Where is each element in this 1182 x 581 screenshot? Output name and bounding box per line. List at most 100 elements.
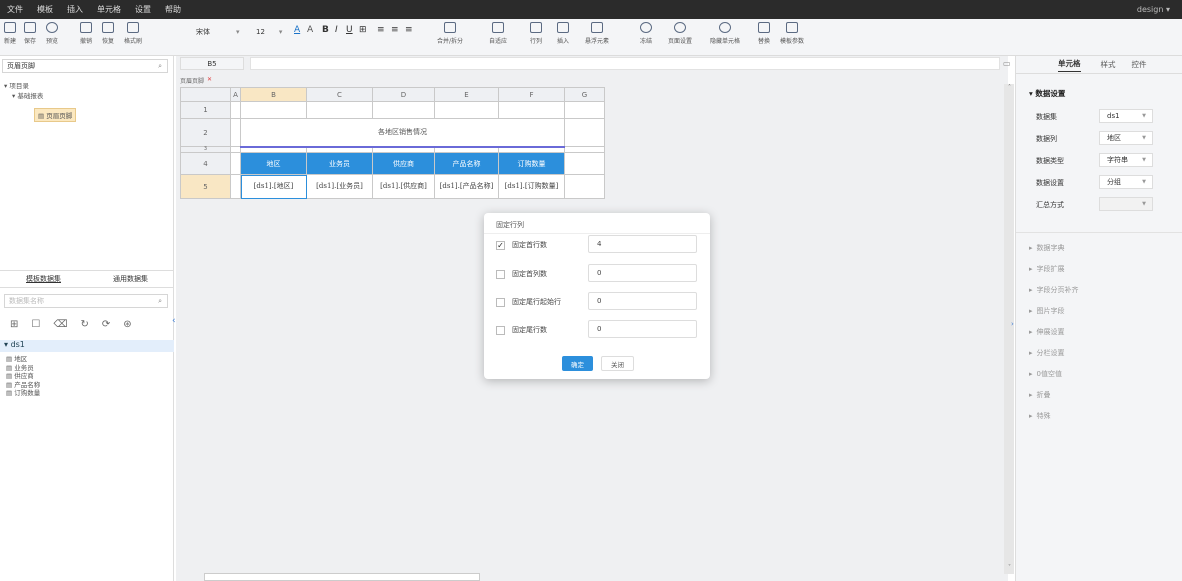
section-special[interactable]: ▸ 特殊 xyxy=(1029,411,1051,421)
trash-icon[interactable]: ⌫ xyxy=(53,319,67,330)
field-item[interactable]: ▤ 产品名称 xyxy=(6,381,40,390)
cell[interactable] xyxy=(230,174,241,199)
menu-cell[interactable]: 单元格 xyxy=(90,4,128,15)
dataset-select[interactable]: ds1 ▼ xyxy=(1099,109,1153,123)
save-button[interactable]: 保存 xyxy=(24,22,36,45)
header-cell[interactable]: 产品名称 xyxy=(434,152,499,175)
preview-button[interactable]: 预览 xyxy=(46,22,58,45)
menu-help[interactable]: 帮助 xyxy=(158,4,188,15)
sheet-tab[interactable]: 页眉页脚 ✕ xyxy=(180,76,212,85)
data-cell[interactable]: [ds1].[产品名称] xyxy=(434,174,499,199)
collapse-right-icon[interactable]: › xyxy=(1011,320,1014,328)
cell[interactable] xyxy=(564,174,605,199)
settings-icon[interactable]: ⊛ xyxy=(123,319,131,330)
merge-split-button[interactable]: 合并/拆分 xyxy=(437,22,463,45)
align-center-button[interactable]: ≡ xyxy=(391,25,399,35)
refresh-icon[interactable]: ↻ xyxy=(81,319,89,330)
cell[interactable] xyxy=(306,101,373,119)
cell[interactable] xyxy=(372,101,435,119)
cell[interactable] xyxy=(230,101,241,119)
cell[interactable] xyxy=(564,152,605,175)
freeze-first-cols-checkbox[interactable] xyxy=(496,269,505,279)
font-name-select[interactable]: 宋体 ▾ xyxy=(196,25,240,39)
redo-button[interactable]: 恢复 xyxy=(102,22,114,45)
column-header[interactable]: A xyxy=(230,87,241,102)
bold-button[interactable]: B xyxy=(322,25,329,35)
freeze-first-rows-input[interactable]: 4 xyxy=(588,235,697,253)
underline-button[interactable]: U xyxy=(346,25,353,35)
formula-bar[interactable] xyxy=(250,57,1000,70)
highlight-button[interactable]: A xyxy=(307,25,313,35)
italic-button[interactable]: I xyxy=(335,25,338,35)
menu-settings[interactable]: 设置 xyxy=(128,4,158,15)
expand-icon[interactable]: ▭ xyxy=(1003,59,1011,68)
data-setting-select[interactable]: 分组 ▼ xyxy=(1099,175,1153,189)
corner-cell[interactable] xyxy=(180,87,231,102)
cell[interactable] xyxy=(434,101,499,119)
freeze-tail-start-input[interactable]: 0 xyxy=(588,292,697,310)
section-field-expand[interactable]: ▸ 字段扩展 xyxy=(1029,264,1065,274)
new-button[interactable]: 新建 xyxy=(4,22,16,45)
freeze-tail-start-checkbox[interactable] xyxy=(496,297,505,307)
field-item[interactable]: ▤ 地区 xyxy=(6,355,40,364)
section-columns[interactable]: ▸ 分栏设置 xyxy=(1029,348,1065,358)
column-header[interactable]: G xyxy=(564,87,605,102)
align-left-button[interactable]: ≡ xyxy=(377,25,385,35)
close-icon[interactable]: ✕ xyxy=(207,76,212,85)
report-title[interactable]: 各地区销售情况 xyxy=(240,118,565,148)
tab-template-dataset[interactable]: 模板数据集 xyxy=(0,271,87,287)
hide-cell-button[interactable]: 隐藏单元格 xyxy=(710,22,740,45)
page-setup-button[interactable]: 页面设置 xyxy=(668,22,692,45)
cell[interactable] xyxy=(564,118,605,147)
field-item[interactable]: ▤ 订购数量 xyxy=(6,389,40,398)
section-page-fill[interactable]: ▸ 字段分页补齐 xyxy=(1029,285,1079,295)
tree-item-root[interactable]: ▾ 项目录 xyxy=(4,80,29,90)
section-zero-null[interactable]: ▸ 0值空值 xyxy=(1029,369,1062,379)
copy-icon[interactable]: ⟳ xyxy=(102,319,110,330)
header-cell[interactable]: 供应商 xyxy=(372,152,435,175)
dataset-ds1[interactable]: ▾ ds1 xyxy=(0,340,174,352)
tab-widget[interactable]: 控件 xyxy=(1132,59,1147,70)
data-cell[interactable]: [ds1].[订购数量] xyxy=(498,174,565,199)
border-button[interactable]: ⊞ xyxy=(359,25,367,35)
close-button[interactable]: 关闭 xyxy=(601,356,634,371)
cell[interactable] xyxy=(564,101,605,119)
column-header[interactable]: C xyxy=(306,87,373,102)
ok-button[interactable]: 确定 xyxy=(562,356,593,371)
horizontal-scrollbar[interactable] xyxy=(204,573,480,581)
autofit-button[interactable]: 自适应 xyxy=(489,22,507,45)
column-header[interactable]: D xyxy=(372,87,435,102)
data-type-select[interactable]: 字符串 ▼ xyxy=(1099,153,1153,167)
row-header[interactable]: 2 xyxy=(180,118,231,147)
data-settings-section[interactable]: ▾ 数据设置 xyxy=(1029,88,1065,99)
section-image-field[interactable]: ▸ 图片字段 xyxy=(1029,306,1065,316)
section-fold[interactable]: ▸ 折叠 xyxy=(1029,390,1051,400)
tab-style[interactable]: 样式 xyxy=(1101,59,1116,70)
section-stretch[interactable]: ▸ 伸展设置 xyxy=(1029,327,1065,337)
undo-button[interactable]: 撤销 xyxy=(80,22,92,45)
vertical-scrollbar[interactable] xyxy=(1004,84,1014,574)
cell[interactable] xyxy=(230,118,241,147)
tab-cell[interactable]: 单元格 xyxy=(1058,58,1081,72)
cell[interactable] xyxy=(240,101,307,119)
field-item[interactable]: ▤ 供应商 xyxy=(6,372,40,381)
align-right-button[interactable]: ≡ xyxy=(405,25,413,35)
cell[interactable] xyxy=(230,152,241,175)
data-cell-selected[interactable]: [ds1].[地区] xyxy=(240,174,307,199)
column-header[interactable]: E xyxy=(434,87,499,102)
data-cell[interactable]: [ds1].[业务员] xyxy=(306,174,373,199)
row-header[interactable]: 5 xyxy=(180,174,231,199)
template-params-button[interactable]: 模板参数 xyxy=(780,22,804,45)
user-menu[interactable]: design ▾ xyxy=(1137,5,1182,14)
edit-icon[interactable]: ☐ xyxy=(31,319,40,330)
cell-reference[interactable]: B5 xyxy=(180,57,244,70)
data-column-select[interactable]: 地区 ▼ xyxy=(1099,131,1153,145)
menu-file[interactable]: 文件 xyxy=(0,4,30,15)
cell[interactable] xyxy=(498,101,565,119)
replace-button[interactable]: 替换 xyxy=(758,22,770,45)
format-painter-button[interactable]: 格式刷 xyxy=(124,22,142,45)
tab-common-dataset[interactable]: 通用数据集 xyxy=(87,271,174,287)
scroll-up-icon[interactable]: ˄ xyxy=(1008,84,1011,91)
dataset-search-input[interactable]: 数据集名称 ⌕ xyxy=(4,294,168,308)
tree-item-selected[interactable]: ▤ 页眉页脚 xyxy=(34,108,77,122)
